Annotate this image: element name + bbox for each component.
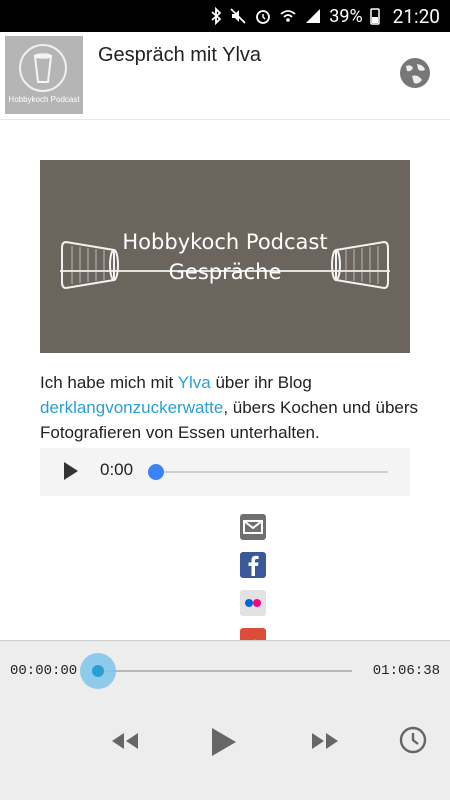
episode-description: Ich habe mich mit Ylva über ihr Blog der… bbox=[40, 370, 420, 445]
link-blog[interactable]: derklangvonzuckerwatte bbox=[40, 398, 223, 417]
battery-percentage: 39% bbox=[329, 5, 363, 27]
rewind-button[interactable] bbox=[110, 731, 140, 755]
seek-knob[interactable] bbox=[92, 665, 104, 677]
mail-icon[interactable] bbox=[240, 514, 266, 540]
play-icon bbox=[212, 728, 236, 756]
wifi-icon bbox=[279, 7, 297, 25]
rewind-icon bbox=[112, 733, 138, 749]
clock-icon bbox=[399, 726, 427, 754]
inline-player-time: 0:00 bbox=[100, 460, 134, 479]
status-icons: 39% 21:20 bbox=[210, 0, 440, 32]
description-text: über ihr Blog bbox=[210, 373, 312, 392]
globe-button[interactable] bbox=[398, 56, 432, 90]
thumbnail-label: Hobbykoch Podcast bbox=[8, 95, 80, 104]
fast-forward-button[interactable] bbox=[310, 731, 340, 755]
podcast-thumbnail[interactable]: Hobbykoch Podcast bbox=[5, 36, 83, 114]
status-bar: 39% 21:20 bbox=[0, 0, 450, 32]
episode-banner: Hobbykoch Podcast Gespräche bbox=[40, 160, 410, 353]
current-time: 00:00:00 bbox=[10, 663, 78, 679]
inline-player-track[interactable] bbox=[155, 471, 388, 473]
battery-icon bbox=[369, 7, 380, 25]
description-text: Ich habe mich mit bbox=[40, 373, 178, 392]
bluetooth-icon bbox=[210, 7, 222, 25]
episode-title: Gespräch mit Ylva bbox=[98, 44, 262, 66]
globe-icon bbox=[400, 58, 430, 88]
fast-forward-icon bbox=[312, 733, 338, 749]
banner-title: Hobbykoch Podcast bbox=[122, 230, 328, 254]
inline-audio-player: 0:00 bbox=[40, 448, 410, 496]
play-icon[interactable] bbox=[64, 462, 78, 480]
flickr-icon[interactable] bbox=[240, 590, 266, 616]
alarm-icon bbox=[254, 7, 272, 25]
content-area: Hobbykoch Podcast Gespräche Ich habe mic… bbox=[0, 120, 450, 640]
total-time: 01:06:38 bbox=[372, 663, 440, 679]
thumbnail-logo-icon bbox=[19, 44, 67, 92]
app-header: Hobbykoch Podcast Gespräch mit Ylva bbox=[0, 32, 450, 120]
play-button[interactable] bbox=[210, 726, 238, 762]
inline-player-knob[interactable] bbox=[148, 464, 164, 480]
media-player-bar: 00:00:00 01:06:38 bbox=[0, 640, 450, 800]
google-plus-icon[interactable]: g+ bbox=[240, 628, 266, 640]
banner-subtitle: Gespräche bbox=[168, 260, 282, 284]
facebook-icon[interactable] bbox=[240, 552, 266, 578]
link-ylva[interactable]: Ylva bbox=[178, 373, 211, 392]
mute-icon bbox=[229, 7, 247, 25]
signal-icon bbox=[304, 7, 322, 25]
seek-track[interactable] bbox=[95, 670, 352, 672]
status-time: 21:20 bbox=[392, 4, 440, 28]
sleep-timer-button[interactable] bbox=[398, 725, 428, 759]
